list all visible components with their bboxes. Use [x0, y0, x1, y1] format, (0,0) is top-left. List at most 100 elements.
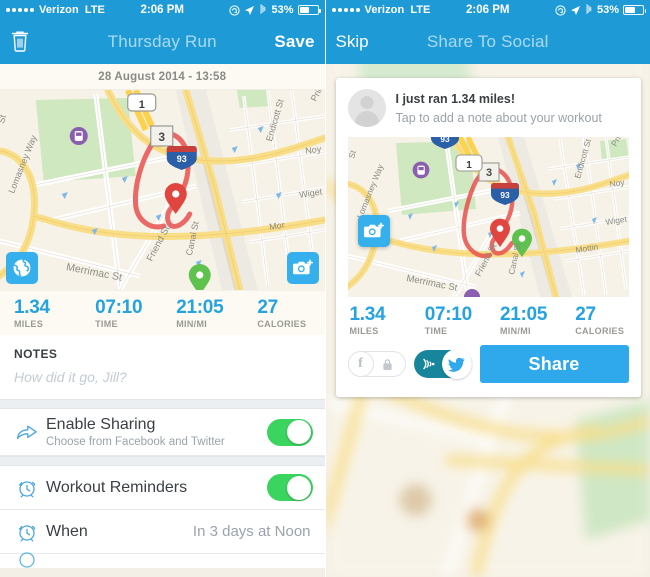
stat-miles: 1.34 MILES	[0, 296, 81, 329]
status-bar-right: Verizon LTE 2:06 PM 53%	[325, 0, 650, 20]
network-type-label: LTE	[410, 4, 431, 16]
row-when[interactable]: When In 3 days at Noon	[0, 510, 325, 554]
svg-text:93: 93	[500, 190, 510, 200]
stat-label: TIME	[424, 325, 448, 336]
globe-icon[interactable]	[6, 252, 38, 284]
status-bar-left: Verizon LTE 2:06 PM 53%	[0, 0, 325, 20]
camera-plus-icon[interactable]	[286, 252, 319, 284]
twitter-toggle[interactable]	[413, 349, 472, 379]
svg-text:1: 1	[139, 99, 145, 111]
row-title: Enable Sharing	[46, 416, 156, 433]
share-message-placeholder[interactable]: Tap to add a note about your workout	[396, 110, 602, 126]
route-marker-1: 1	[454, 154, 483, 172]
skip-button[interactable]: Skip	[336, 32, 369, 52]
location-arrow-icon	[244, 5, 255, 16]
workout-date-label: 28 August 2014 - 13:58	[0, 64, 325, 90]
facebook-toggle[interactable]: f	[347, 350, 406, 377]
alarm-clock-icon	[12, 549, 42, 569]
lock-icon	[382, 358, 393, 371]
stat-value: 1.34	[349, 303, 386, 325]
battery-icon	[297, 5, 321, 15]
stat-calories: 27 CALORIES	[563, 303, 638, 336]
left-nav-bar: Thursday Run Save	[0, 20, 325, 64]
stat-label: CALORIES	[575, 325, 625, 336]
stat-label: MIN/MI	[176, 318, 208, 329]
row-title: Workout Reminders	[46, 479, 188, 496]
battery-percent-label: 53%	[271, 4, 294, 16]
carrier-label: Verizon	[364, 4, 405, 16]
alarm-clock-icon	[12, 522, 42, 542]
route-marker-1: 1	[127, 93, 157, 112]
signal-strength-icon	[6, 8, 34, 12]
left-screen: Verizon LTE 2:06 PM 53% Thursday Run Sav…	[0, 0, 325, 577]
stat-label: MILES	[14, 318, 44, 329]
stat-pace: 21:05 MIN/MI	[162, 296, 243, 329]
battery-percent-label: 53%	[596, 4, 619, 16]
save-button[interactable]: Save	[274, 32, 314, 51]
stat-label: MILES	[349, 325, 379, 336]
stat-value: 27	[257, 296, 278, 318]
svg-text:3: 3	[158, 130, 165, 144]
stat-label: MIN/MI	[500, 325, 531, 336]
carrier-label: Verizon	[39, 4, 79, 16]
signal-strength-icon	[331, 8, 360, 12]
when-value: In 3 days at Noon	[192, 523, 311, 540]
row-enable-sharing[interactable]: Enable Sharing Choose from Facebook and …	[0, 409, 325, 456]
card-map-canvas: 3 1 93 93 Merrimac St Friend St Canal St…	[347, 137, 629, 297]
stat-value: 21:05	[176, 296, 224, 318]
card-stats-bar: 1.34 MILES 07:10 TIME 21:05 MIN/MI 27 CA…	[336, 297, 641, 341]
enable-sharing-toggle[interactable]	[266, 418, 313, 446]
share-card: I just ran 1.34 miles! Tap to add a note…	[335, 78, 641, 397]
transit-station-icon	[69, 127, 88, 145]
share-button[interactable]: Share	[479, 345, 629, 383]
twitter-bird-icon	[441, 349, 472, 379]
rotation-lock-icon	[555, 4, 566, 16]
facebook-icon: f	[347, 350, 374, 377]
location-arrow-icon	[570, 5, 581, 16]
network-type-label: LTE	[84, 4, 105, 16]
svg-text:93: 93	[177, 154, 187, 164]
row-workout-reminders[interactable]: Workout Reminders	[0, 466, 325, 510]
route-map[interactable]: 3 1 93 Merrimac St Friend St Canal St En…	[0, 90, 325, 290]
share-arrow-icon	[12, 423, 42, 441]
left-stats-bar: 1.34 MILES 07:10 TIME 21:05 MIN/MI 27 CA…	[0, 290, 325, 335]
row-subtitle: Choose from Facebook and Twitter	[46, 436, 225, 448]
stat-value: 1.34	[14, 296, 50, 318]
row-title: When	[46, 523, 88, 540]
right-screen: Verizon LTE 2:06 PM 53% Skip Share To So…	[324, 0, 650, 577]
stat-value: 07:10	[424, 303, 472, 325]
stat-pace: 21:05 MIN/MI	[488, 304, 563, 336]
dual-screenshot: Verizon LTE 2:06 PM 53% Thursday Run Sav…	[0, 0, 650, 577]
trash-icon[interactable]	[10, 30, 30, 54]
alarm-clock-icon	[12, 478, 42, 498]
camera-plus-icon[interactable]	[357, 215, 390, 247]
right-nav-bar: Skip Share To Social	[325, 20, 650, 64]
workout-reminders-toggle[interactable]	[266, 474, 313, 501]
settings-list: NOTES How did it go, Jill? Enable Sharin…	[0, 335, 325, 568]
notes-header: NOTES	[0, 335, 325, 367]
broadcast-waves-icon	[421, 356, 436, 372]
rotation-lock-icon	[229, 4, 241, 16]
svg-text:1: 1	[466, 160, 472, 171]
notes-input[interactable]: How did it go, Jill?	[0, 367, 325, 399]
svg-text:3: 3	[485, 167, 491, 179]
stat-value: 27	[575, 303, 596, 325]
list-separator	[0, 399, 325, 409]
stat-calories: 27 CALORIES	[243, 296, 324, 329]
stat-time: 07:10 TIME	[81, 296, 162, 329]
bluetooth-icon	[585, 4, 593, 16]
card-header[interactable]: I just ran 1.34 miles! Tap to add a note…	[336, 78, 641, 135]
stat-label: TIME	[95, 318, 118, 329]
share-message-title: I just ran 1.34 miles!	[395, 92, 516, 106]
stat-label: CALORIES	[257, 318, 307, 329]
page-title: Share To Social	[426, 32, 549, 51]
stat-miles: 1.34 MILES	[338, 303, 413, 336]
avatar	[347, 89, 386, 127]
map-canvas: 3 1 93 Merrimac St Friend St Canal St En…	[0, 90, 325, 290]
card-actions: f Share	[336, 341, 641, 397]
row-partial-next[interactable]	[0, 552, 325, 568]
route-marker-3: 3	[150, 125, 174, 147]
stat-value: 07:10	[95, 296, 143, 318]
card-route-map[interactable]: 3 1 93 93 Merrimac St Friend St Canal St…	[347, 137, 629, 297]
battery-icon	[623, 5, 646, 15]
